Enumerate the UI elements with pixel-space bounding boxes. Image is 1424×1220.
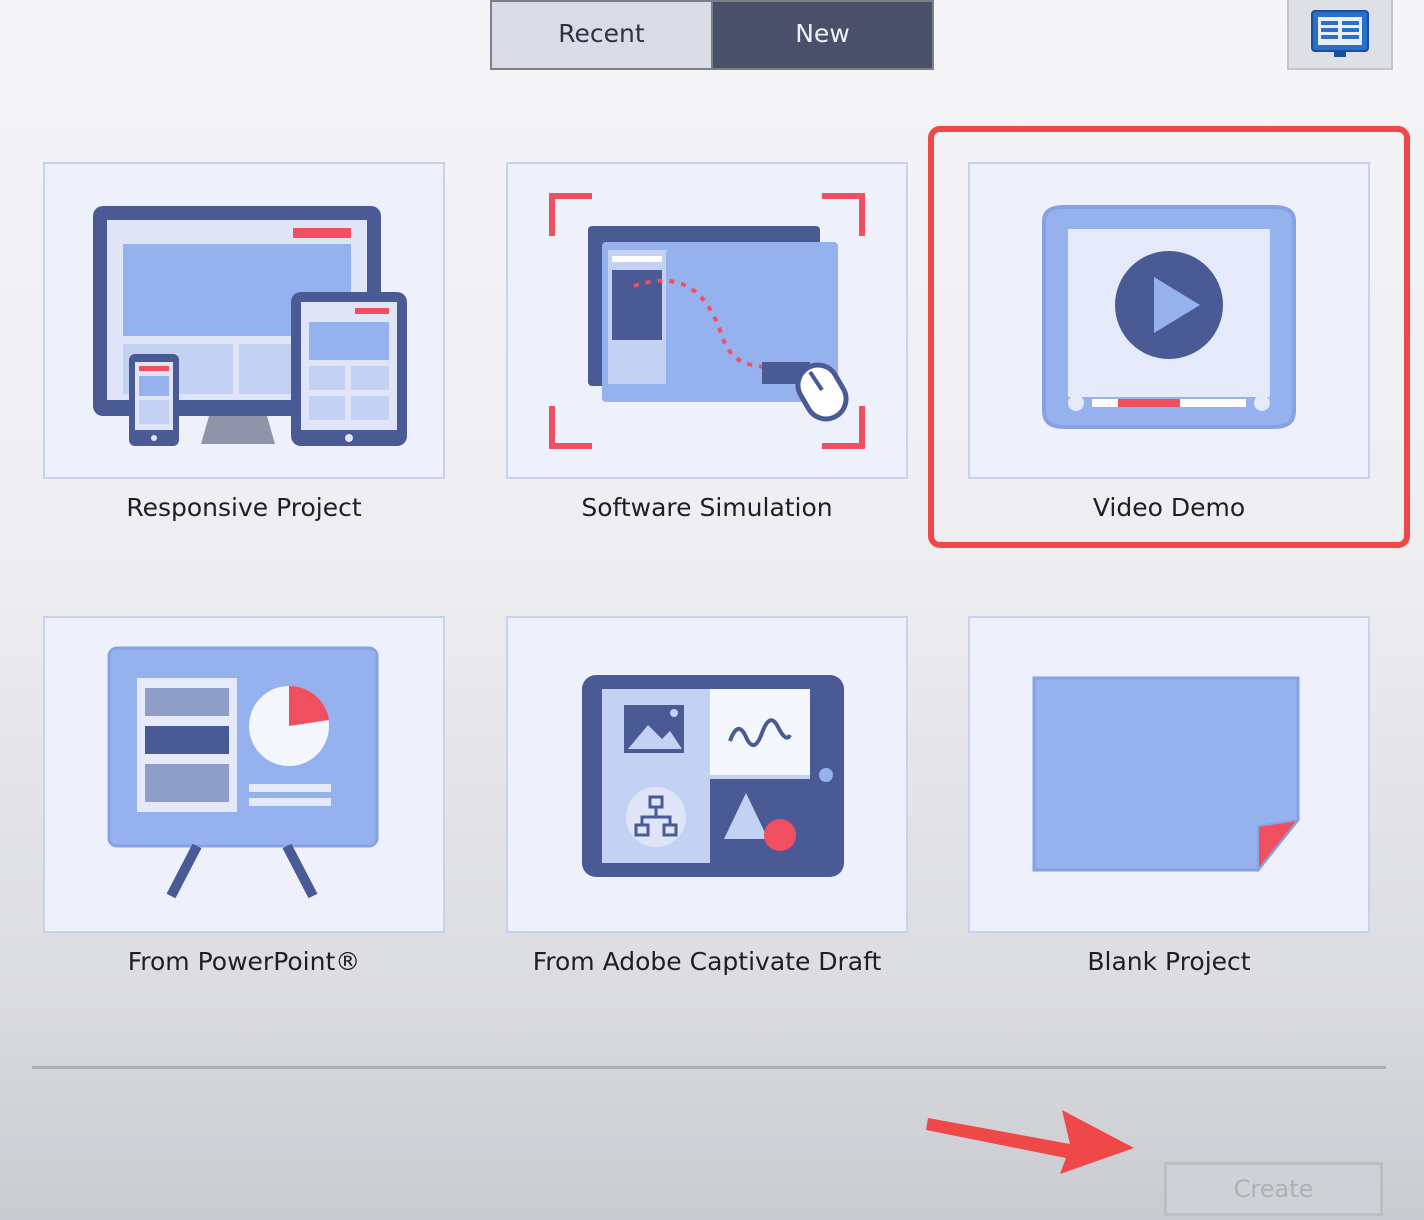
template-thumbnail [506, 616, 908, 933]
footer-divider [32, 1066, 1386, 1069]
view-mode-tabs: Recent New [490, 0, 934, 70]
template-thumbnail [506, 162, 908, 479]
annotation-arrow-icon [926, 1110, 1134, 1174]
layout-toggle-button[interactable] [1287, 0, 1393, 70]
software-simulation-icon [549, 192, 865, 449]
layout-icon [1311, 10, 1369, 57]
template-thumbnail [968, 616, 1370, 933]
tablet-draft-icon [582, 674, 844, 877]
template-blank-project[interactable]: Blank Project [968, 616, 1370, 976]
template-video-demo[interactable]: Video Demo [968, 162, 1370, 522]
template-label: Software Simulation [581, 493, 833, 522]
video-play-icon [1042, 204, 1296, 429]
create-button[interactable]: Create [1164, 1162, 1383, 1216]
template-label: Video Demo [1092, 493, 1246, 522]
template-from-captivate-draft[interactable]: From Adobe Captivate Draft [506, 616, 908, 976]
template-from-powerpoint[interactable]: From PowerPoint® [43, 616, 445, 976]
template-thumbnail [43, 616, 445, 933]
template-responsive-project[interactable]: Responsive Project [43, 162, 445, 522]
tab-recent[interactable]: Recent [492, 2, 711, 68]
template-label: From PowerPoint® [127, 947, 361, 976]
responsive-devices-icon [93, 205, 407, 446]
tab-new[interactable]: New [711, 2, 932, 68]
blank-page-icon [1032, 676, 1301, 873]
template-label: Responsive Project [126, 493, 362, 522]
template-software-simulation[interactable]: Software Simulation [506, 162, 908, 522]
template-label: From Adobe Captivate Draft [532, 947, 882, 976]
presentation-easel-icon [107, 646, 379, 898]
template-thumbnail [43, 162, 445, 479]
template-thumbnail [968, 162, 1370, 479]
template-label: Blank Project [1087, 947, 1251, 976]
